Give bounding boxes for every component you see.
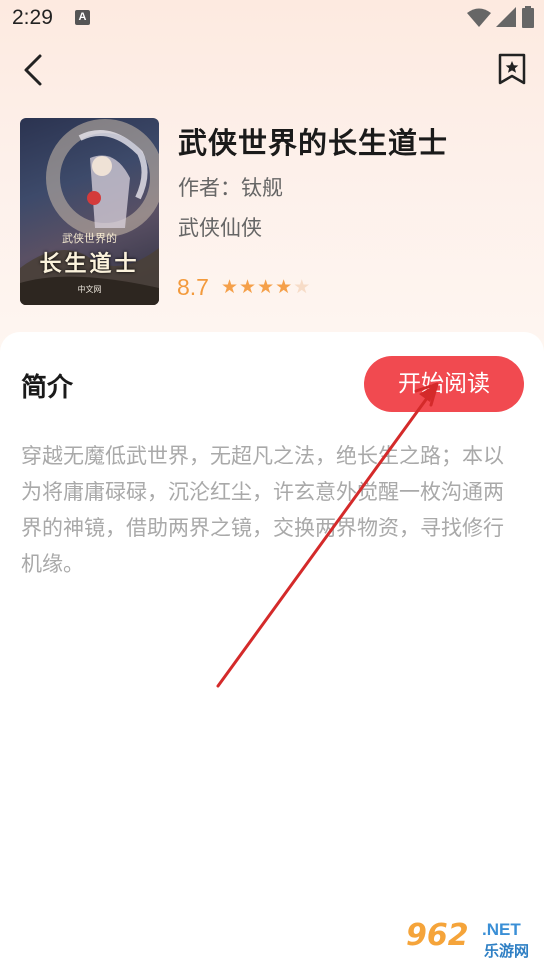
back-arrow-icon[interactable] <box>18 52 50 88</box>
cover-big-title: 长生道士 <box>39 251 140 277</box>
star-icon: ★ <box>275 276 293 298</box>
status-bar: 2:29 A <box>0 0 544 36</box>
notification-icon: A <box>75 10 90 25</box>
bookmark-star-icon[interactable] <box>496 52 528 86</box>
book-title: 武侠世界的长生道士 <box>178 126 449 160</box>
rating-score: 8.7 <box>177 274 209 300</box>
watermark-sub: 乐游网 <box>484 942 530 960</box>
start-reading-button[interactable]: 开始阅读 <box>364 356 524 412</box>
cover-small-title: 武侠世界的 <box>62 232 117 245</box>
star-icon: ★ <box>239 276 257 298</box>
watermark-number: 962 <box>406 918 469 953</box>
book-author: 作者：钛舰 <box>178 176 283 200</box>
book-cover[interactable]: 武侠世界的 长生道士 中文网 <box>20 118 159 305</box>
star-icon: ★ <box>221 276 239 298</box>
rating-stars: ★ ★ ★ ★ ★ <box>221 277 310 297</box>
cover-publisher: 中文网 <box>77 285 102 294</box>
watermark-net: .NET <box>482 920 521 939</box>
battery-icon <box>522 6 534 28</box>
signal-icon <box>496 7 516 27</box>
wifi-icon <box>467 8 491 27</box>
intro-card <box>0 332 544 968</box>
status-time: 2:29 <box>12 6 53 29</box>
star-icon: ★ <box>257 276 275 298</box>
site-watermark: 962 .NET 乐游网 <box>404 918 540 964</box>
intro-text: 穿越无魔低武世界，无超凡之法，绝长生之路；本以为将庸庸碌碌，沉沦红尘，许玄意外觉… <box>21 444 504 576</box>
intro-heading: 简介 <box>21 373 74 403</box>
star-empty-icon: ★ <box>293 276 311 298</box>
book-genre[interactable]: 武侠仙侠 <box>178 212 262 242</box>
